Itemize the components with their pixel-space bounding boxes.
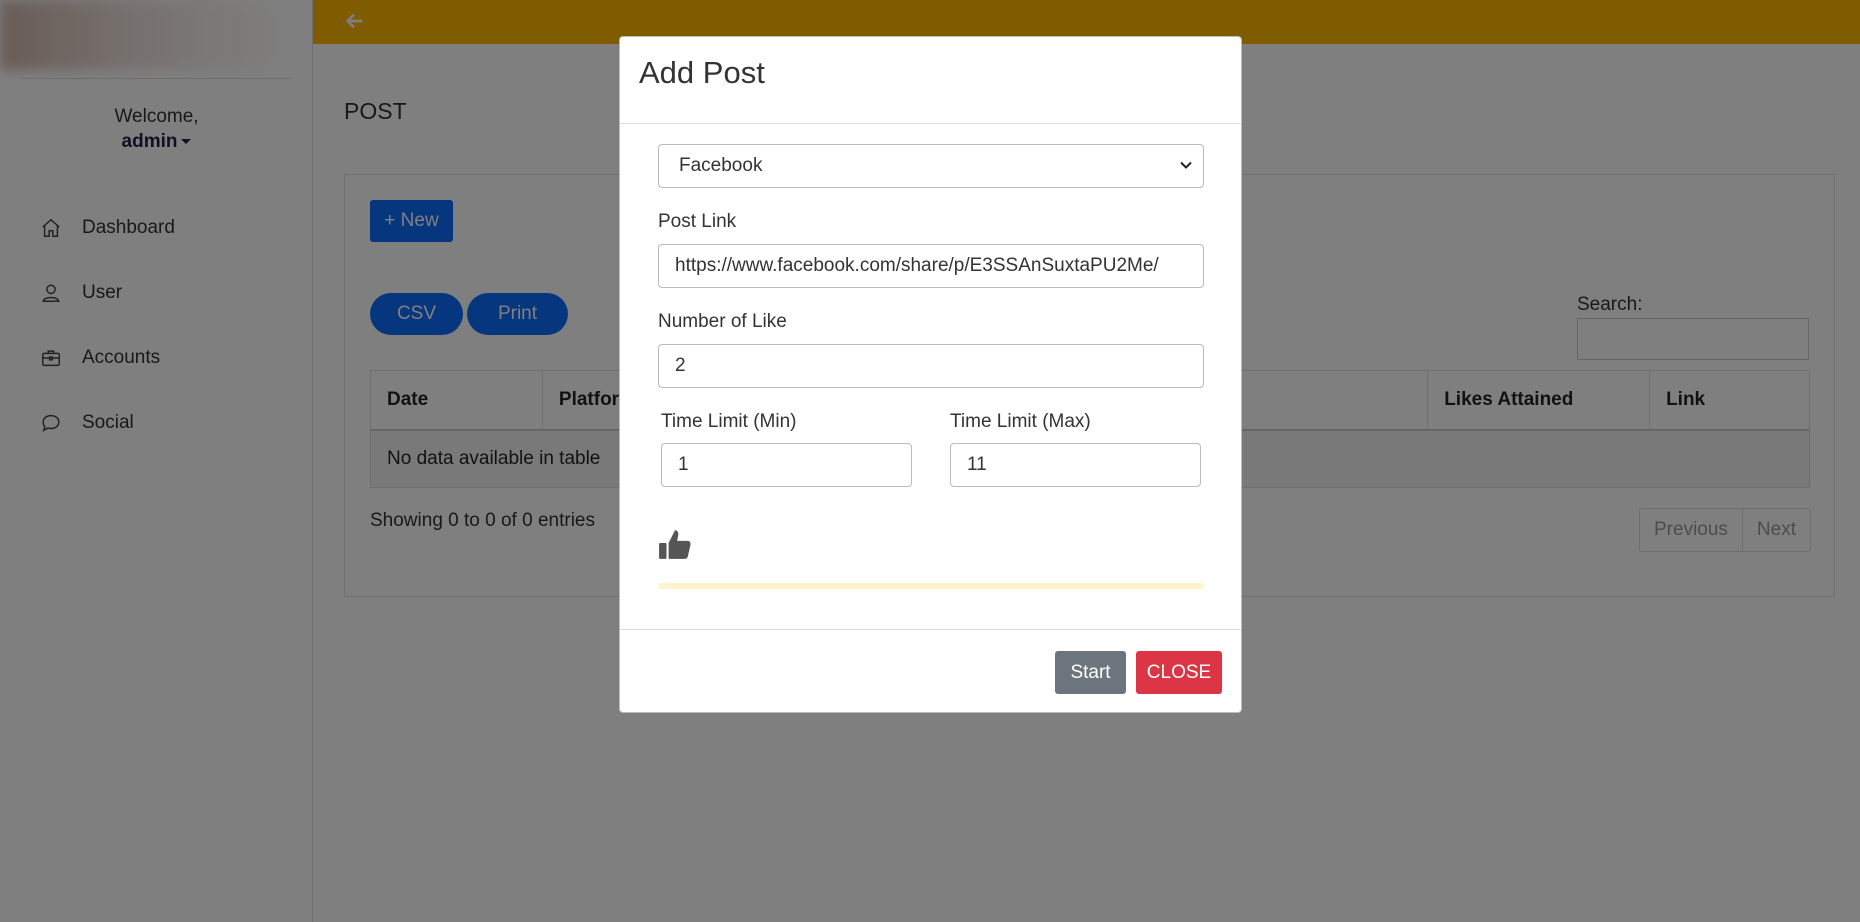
chevron-down-icon	[1180, 161, 1192, 169]
thumbs-up-icon	[659, 530, 691, 559]
likes-count-label: Number of Like	[658, 311, 787, 332]
platform-select[interactable]: Facebook	[658, 144, 1204, 188]
platform-select-value: Facebook	[679, 155, 763, 176]
progress-bar	[658, 583, 1204, 589]
start-button[interactable]: Start	[1055, 651, 1126, 694]
likes-count-input[interactable]: 2	[658, 344, 1204, 388]
add-post-modal: Add Post Facebook Post Link https://www.…	[619, 36, 1242, 713]
close-button[interactable]: CLOSE	[1136, 651, 1222, 694]
time-max-input[interactable]: 11	[950, 443, 1201, 487]
modal-header: Add Post	[620, 37, 1241, 124]
modal-footer-divider	[620, 629, 1241, 630]
modal-title: Add Post	[639, 55, 765, 90]
time-min-label: Time Limit (Min)	[661, 411, 797, 432]
time-min-input[interactable]: 1	[661, 443, 912, 487]
post-link-label: Post Link	[658, 211, 737, 232]
post-link-input[interactable]: https://www.facebook.com/share/p/E3SSAnS…	[658, 244, 1204, 288]
time-max-label: Time Limit (Max)	[950, 411, 1091, 432]
